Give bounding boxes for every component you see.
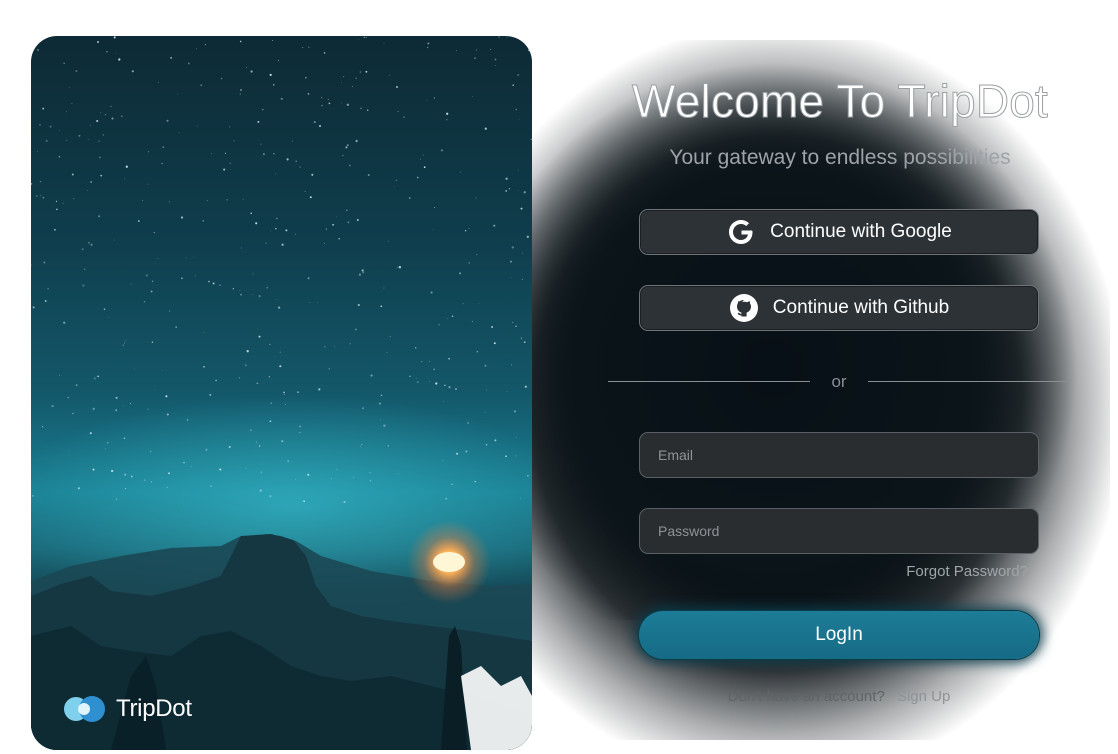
tripdot-logo-icon — [62, 693, 110, 725]
brand-name: TripDot — [116, 695, 192, 722]
brand-logo: TripDot — [62, 693, 192, 725]
login-page: TripDot Welcome To TripDot Your gateway … — [0, 0, 1118, 754]
continue-with-google-button[interactable]: Continue with Google — [639, 209, 1039, 255]
hero-image — [31, 36, 532, 750]
login-button[interactable]: LogIn — [639, 611, 1039, 659]
email-field[interactable] — [639, 432, 1039, 478]
divider-text: or — [831, 372, 847, 391]
night-sky-illustration — [31, 36, 532, 750]
signup-prompt: Don't have an account? Sign Up — [639, 688, 1039, 705]
divider-line-right — [868, 381, 1068, 382]
github-button-label: Continue with Github — [772, 297, 950, 318]
forgot-password-link[interactable]: Forgot Password? — [880, 563, 1028, 580]
no-account-text: Don't have an account? — [727, 688, 885, 705]
github-icon — [729, 293, 759, 323]
continue-with-github-button[interactable]: Continue with Github — [639, 285, 1039, 331]
page-title: Welcome To TripDot — [631, 75, 1049, 128]
page-subtitle: Your gateway to endless possibilities — [669, 146, 1011, 169]
password-field[interactable] — [639, 508, 1039, 554]
google-icon — [726, 217, 756, 247]
divider-line-left — [608, 381, 810, 382]
or-divider: or — [608, 372, 1068, 392]
signup-link[interactable]: Sign Up — [897, 688, 950, 705]
google-button-label: Continue with Google — [770, 221, 952, 242]
